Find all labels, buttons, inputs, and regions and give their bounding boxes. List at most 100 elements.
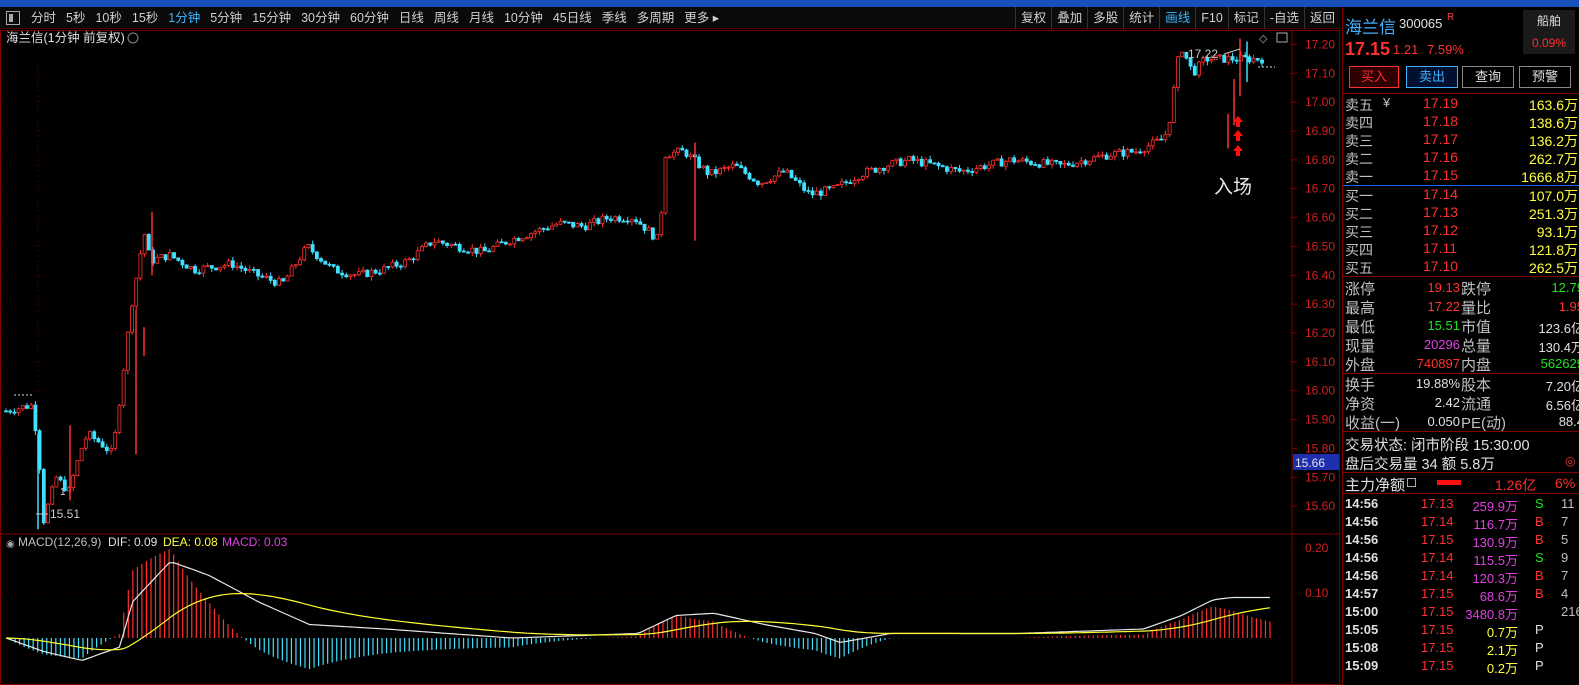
sector-pct: 0.09% bbox=[1523, 32, 1575, 54]
tool-button-0[interactable]: 复权 bbox=[1015, 7, 1051, 29]
tool-button-6[interactable]: 标记 bbox=[1227, 7, 1264, 29]
candle bbox=[718, 167, 723, 175]
order-level: 卖五 bbox=[1345, 97, 1373, 113]
trade-button-3[interactable]: 预警 bbox=[1519, 66, 1571, 88]
period-tab-4[interactable]: 1分钟 bbox=[163, 7, 205, 29]
ask-row[interactable]: 卖四 17.18 138.6万 bbox=[1343, 113, 1579, 131]
candle bbox=[1163, 134, 1168, 141]
tool-button-8[interactable]: 返回 bbox=[1303, 7, 1340, 29]
candle bbox=[1171, 87, 1176, 123]
trade-button-0[interactable]: 买入 bbox=[1349, 66, 1399, 88]
tool-button-3[interactable]: 统计 bbox=[1123, 7, 1159, 29]
price-pct: 7.59% bbox=[1427, 42, 1464, 57]
bid-row[interactable]: 买二 17.13 251.3万 bbox=[1343, 204, 1579, 222]
order-volume: 1666.8万 bbox=[1521, 169, 1578, 185]
trade-button-1[interactable]: 卖出 bbox=[1406, 66, 1458, 88]
candle bbox=[491, 246, 496, 252]
macd-value: MACD: 0.03 bbox=[222, 535, 288, 549]
candle bbox=[104, 446, 109, 452]
bid-row[interactable]: 买四 17.11 121.8万 bbox=[1343, 240, 1579, 258]
period-tab-5[interactable]: 5分钟 bbox=[205, 7, 247, 29]
tool-button-7[interactable]: -自选 bbox=[1263, 7, 1304, 29]
tick-volume: 115.5万 bbox=[1473, 553, 1518, 568]
price-tick-label: 17.10 bbox=[1305, 66, 1335, 80]
candle bbox=[180, 259, 185, 266]
candle bbox=[735, 163, 739, 167]
candle bbox=[844, 181, 849, 184]
tool-button-4[interactable]: 画线 bbox=[1159, 7, 1195, 29]
period-tab-0[interactable]: 分时 bbox=[26, 7, 61, 29]
stat-value: 562629 bbox=[1540, 356, 1579, 371]
period-tab-13[interactable]: 45日线 bbox=[548, 7, 597, 29]
candle bbox=[608, 218, 613, 221]
ask-row[interactable]: 卖三 17.17 136.2万 bbox=[1343, 131, 1579, 149]
tool-button-1[interactable]: 叠加 bbox=[1051, 7, 1087, 29]
price-change: 1.21 bbox=[1393, 42, 1419, 57]
ask-row[interactable]: 卖一 17.15 1666.8万 bbox=[1343, 167, 1579, 185]
period-tab-15[interactable]: 多周期 bbox=[632, 7, 680, 29]
candle bbox=[176, 257, 181, 261]
candle bbox=[403, 259, 407, 267]
period-tab-6[interactable]: 15分钟 bbox=[247, 7, 296, 29]
period-tab-12[interactable]: 10分钟 bbox=[499, 7, 548, 29]
period-tab-3[interactable]: 15秒 bbox=[127, 7, 163, 29]
candle bbox=[516, 237, 521, 242]
candle bbox=[1062, 162, 1067, 165]
period-tab-8[interactable]: 60分钟 bbox=[345, 7, 394, 29]
period-tab-11[interactable]: 月线 bbox=[464, 7, 499, 29]
kline-chart[interactable]: 17.20 17.10 17.00 16.90 16.80 16.70 16.60 16.50… bbox=[0, 30, 1340, 685]
candle bbox=[163, 254, 168, 261]
candle bbox=[1045, 159, 1050, 165]
period-tab-2[interactable]: 10秒 bbox=[90, 7, 126, 29]
tool-button-2[interactable]: 多股 bbox=[1087, 7, 1123, 29]
period-tab-7[interactable]: 30分钟 bbox=[296, 7, 345, 29]
sector-badge[interactable]: 船舶 bbox=[1523, 10, 1575, 32]
bid-row[interactable]: 买五 17.10 262.5万 bbox=[1343, 258, 1579, 276]
ask-row[interactable]: 卖二 17.16 262.7万 bbox=[1343, 149, 1579, 167]
price-tick-label: 17.00 bbox=[1305, 95, 1335, 109]
candle bbox=[1058, 161, 1063, 165]
macd-collapse-icon[interactable]: ◉ bbox=[6, 539, 15, 550]
tick-row: 15:08 17.15 2.1万 P bbox=[1343, 640, 1579, 658]
stat-value: 1.95 bbox=[1558, 299, 1579, 314]
refresh-icon[interactable]: ◎ bbox=[1565, 454, 1575, 468]
tick-direction: P bbox=[1535, 640, 1544, 655]
candle bbox=[319, 258, 323, 262]
candle bbox=[96, 438, 101, 443]
main-net-toggle-icon[interactable] bbox=[1407, 478, 1416, 487]
period-tab-10[interactable]: 周线 bbox=[429, 7, 464, 29]
trade-button-2[interactable]: 查询 bbox=[1462, 66, 1514, 88]
candle bbox=[1142, 151, 1147, 154]
period-tab-16[interactable]: 更多 ▸ bbox=[679, 7, 724, 29]
candle bbox=[1117, 149, 1122, 153]
candle bbox=[1251, 58, 1256, 63]
tick-price: 17.14 bbox=[1421, 514, 1454, 529]
low-price-label: 15.51 bbox=[50, 507, 80, 521]
bid-row[interactable]: 买三 17.12 93.1万 bbox=[1343, 222, 1579, 240]
period-tab-14[interactable]: 季线 bbox=[597, 7, 632, 29]
tool-button-5[interactable]: F10 bbox=[1195, 7, 1228, 29]
candle bbox=[50, 486, 55, 505]
period-tab-9[interactable]: 日线 bbox=[394, 7, 429, 29]
tick-volume: 116.7万 bbox=[1473, 517, 1518, 532]
order-price: 17.18 bbox=[1423, 113, 1459, 129]
candle bbox=[335, 265, 340, 274]
candle bbox=[932, 162, 937, 165]
diamond-icon[interactable]: ◇ bbox=[1259, 33, 1268, 45]
candle bbox=[1020, 158, 1025, 162]
window-toggle-icon[interactable] bbox=[6, 10, 20, 25]
candle bbox=[991, 159, 996, 166]
candle bbox=[814, 190, 819, 196]
bid-row[interactable]: 买一 17.14 107.0万 bbox=[1343, 186, 1579, 204]
chart-settings-icon[interactable] bbox=[127, 32, 139, 44]
period-tab-1[interactable]: 5秒 bbox=[61, 7, 90, 29]
candle bbox=[499, 241, 504, 244]
candle bbox=[1083, 160, 1088, 165]
candle bbox=[398, 265, 403, 268]
candle bbox=[1096, 155, 1101, 158]
maximize-icon[interactable] bbox=[1276, 32, 1288, 43]
candle bbox=[12, 411, 17, 414]
candle bbox=[184, 264, 189, 269]
ask-row[interactable]: 卖五 17.19 163.6万 bbox=[1343, 95, 1579, 113]
candle bbox=[314, 251, 319, 260]
